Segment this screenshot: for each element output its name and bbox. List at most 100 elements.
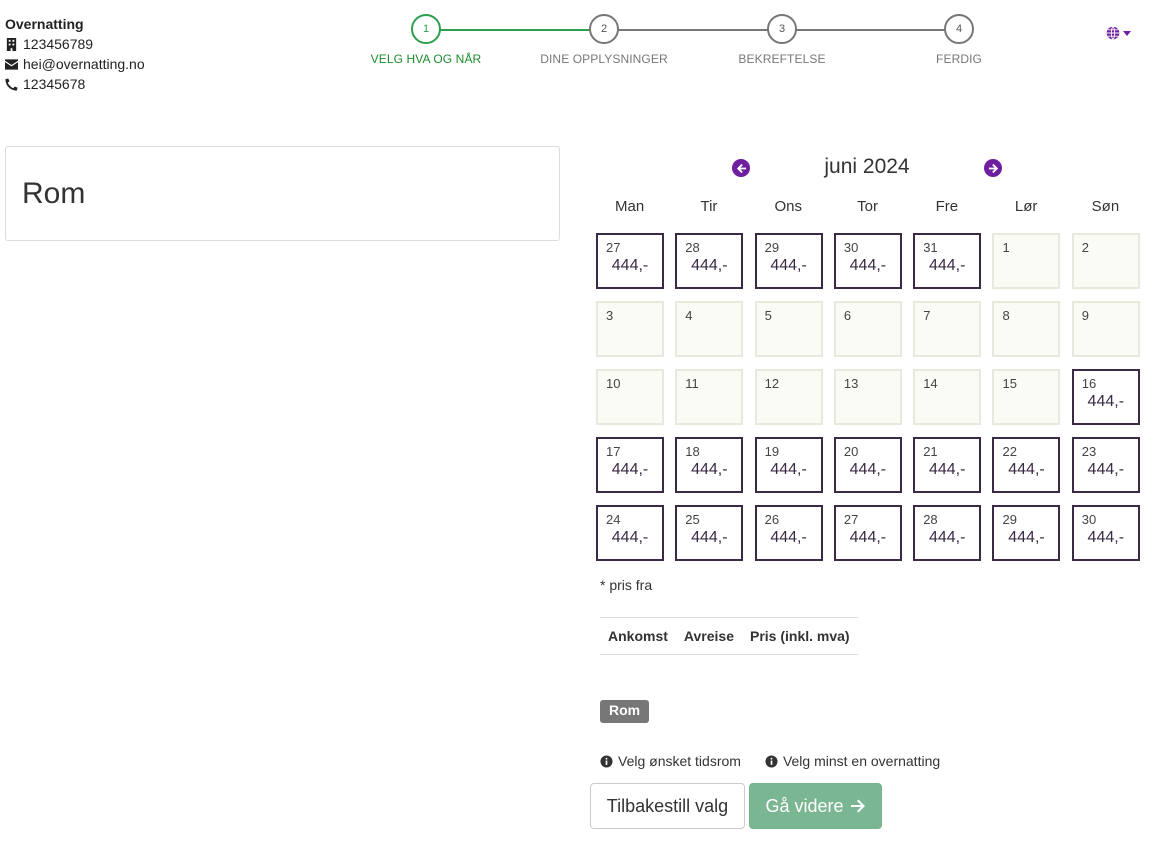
step-3-number: 3	[767, 14, 797, 44]
calendar-day: 1	[992, 233, 1061, 289]
day-number: 11	[685, 376, 699, 391]
day-number: 14	[923, 376, 938, 391]
day-number: 28	[685, 240, 700, 255]
next-month-button[interactable]	[984, 159, 1002, 177]
continue-button[interactable]: Gå videre	[749, 783, 882, 829]
day-number: 1	[1002, 240, 1010, 255]
hint-select-night: Velg minst en overnatting	[765, 753, 940, 769]
calendar-day: 13	[833, 369, 902, 425]
step-2-label: DINE OPPLYSNINGER	[540, 52, 668, 66]
day-number: 31	[923, 240, 938, 255]
arrow-right-icon	[850, 799, 865, 813]
day-price: 444,-	[691, 257, 728, 274]
phone-row: 12345678	[5, 74, 145, 94]
day-number: 24	[606, 512, 621, 527]
step-3-label: BEKREFTELSE	[738, 52, 826, 66]
calendar-day[interactable]: 17 444,-	[596, 437, 664, 493]
email-row: hei@overnatting.no	[5, 54, 145, 74]
booking-summary-table: Ankomst Avreise Pris (inkl. mva)	[600, 617, 858, 655]
day-price: 444,-	[770, 529, 807, 546]
info-circle-icon	[600, 754, 613, 768]
day-number: 27	[606, 240, 621, 255]
day-number: 17	[606, 444, 621, 459]
calendar-day[interactable]: 22 444,-	[992, 437, 1061, 493]
calendar-day[interactable]: 26 444,-	[754, 505, 823, 561]
calendar-day[interactable]: 27 444,-	[833, 505, 902, 561]
progress-stepper: 1 VELG HVA OG NÅR 2 DINE OPPLYSNINGER 3 …	[371, 14, 992, 74]
day-number: 22	[1002, 444, 1017, 459]
step-1: 1 VELG HVA OG NÅR	[346, 14, 506, 66]
calendar-day[interactable]: 24 444,-	[596, 505, 664, 561]
day-number: 20	[843, 444, 859, 459]
calendar-day[interactable]: 27 444,-	[596, 233, 664, 289]
day-number: 28	[923, 512, 938, 527]
calendar-day[interactable]: 18 444,-	[675, 437, 744, 493]
day-price: 444,-	[611, 461, 649, 478]
calendar-day[interactable]: 28 444,-	[675, 233, 744, 289]
step-2-number: 2	[589, 14, 619, 44]
day-price: 444,-	[1087, 461, 1125, 478]
hint-select-night-text: Velg minst en overnatting	[782, 753, 941, 769]
email: hei@overnatting.no	[23, 56, 145, 72]
day-number: 9	[1081, 308, 1090, 323]
step-4-label: FERDIG	[936, 52, 982, 66]
day-price: 444,-	[1008, 529, 1045, 546]
calendar-day: 11	[675, 369, 744, 425]
calendar-day[interactable]: 28 444,-	[913, 505, 982, 561]
day-price: 444,-	[928, 529, 966, 546]
caret-down-icon	[1123, 30, 1131, 36]
day-number: 18	[685, 444, 700, 459]
day-number: 21	[923, 444, 938, 459]
step-4: 4 FERDIG	[879, 14, 1039, 66]
org-number: 123456789	[23, 36, 94, 52]
weekday-tue: Tir	[700, 198, 718, 215]
calendar-day[interactable]: 23 444,-	[1071, 437, 1140, 493]
calendar-day[interactable]: 20 444,-	[833, 437, 902, 493]
weekday-thu: Tor	[857, 198, 878, 215]
calendar-day: 12	[754, 369, 823, 425]
day-number: 30	[1081, 512, 1097, 527]
contact-info: Overnatting 123456789 hei@overnatting.no…	[5, 14, 145, 94]
reset-selection-button[interactable]: Tilbakestill valg	[590, 783, 745, 829]
org-number-row: 123456789	[5, 34, 145, 54]
day-price: 444,-	[1087, 393, 1125, 410]
day-number: 10	[606, 376, 621, 391]
globe-icon	[1106, 26, 1120, 40]
calendar-day[interactable]: 21 444,-	[913, 437, 982, 493]
calendar-day: 3	[596, 301, 664, 357]
calendar-day: 10	[596, 369, 664, 425]
day-price: 444,-	[849, 257, 887, 274]
day-number: 16	[1081, 376, 1097, 391]
step-1-number: 1	[411, 14, 441, 44]
calendar-day[interactable]: 19 444,-	[754, 437, 823, 493]
hint-select-period-text: Velg ønsket tidsrom	[618, 753, 741, 769]
language-selector[interactable]	[1106, 26, 1131, 40]
day-number: 19	[764, 444, 780, 459]
calendar-day[interactable]: 29 444,-	[992, 505, 1061, 561]
day-number: 29	[764, 240, 780, 255]
day-number: 12	[764, 376, 780, 391]
room-title: Rom	[22, 176, 86, 210]
calendar-day[interactable]: 25 444,-	[675, 505, 744, 561]
calendar-day[interactable]: 30 444,-	[1071, 505, 1140, 561]
calendar-day: 5	[754, 301, 823, 357]
calendar-day[interactable]: 16 444,-	[1071, 369, 1140, 425]
calendar-day: 2	[1071, 233, 1140, 289]
day-number: 15	[1002, 376, 1017, 391]
calendar-day[interactable]: 29 444,-	[754, 233, 823, 289]
arrow-right-circle-icon	[988, 163, 998, 173]
col-price: Pris (inkl. mva)	[741, 617, 858, 655]
day-price: 444,-	[849, 461, 887, 478]
phone: 12345678	[23, 76, 86, 92]
calendar-day[interactable]: 31 444,-	[913, 233, 982, 289]
day-number: 29	[1002, 512, 1017, 527]
calendar-day: 4	[675, 301, 744, 357]
step-1-label: VELG HVA OG NÅR	[370, 52, 482, 66]
hint-select-period: Velg ønsket tidsrom	[600, 753, 741, 769]
day-price: 444,-	[770, 461, 807, 478]
day-price: 444,-	[691, 461, 728, 478]
business-name: Overnatting	[5, 16, 84, 32]
calendar-day: 6	[833, 301, 902, 357]
day-number: 6	[843, 308, 852, 323]
calendar-day[interactable]: 30 444,-	[833, 233, 902, 289]
